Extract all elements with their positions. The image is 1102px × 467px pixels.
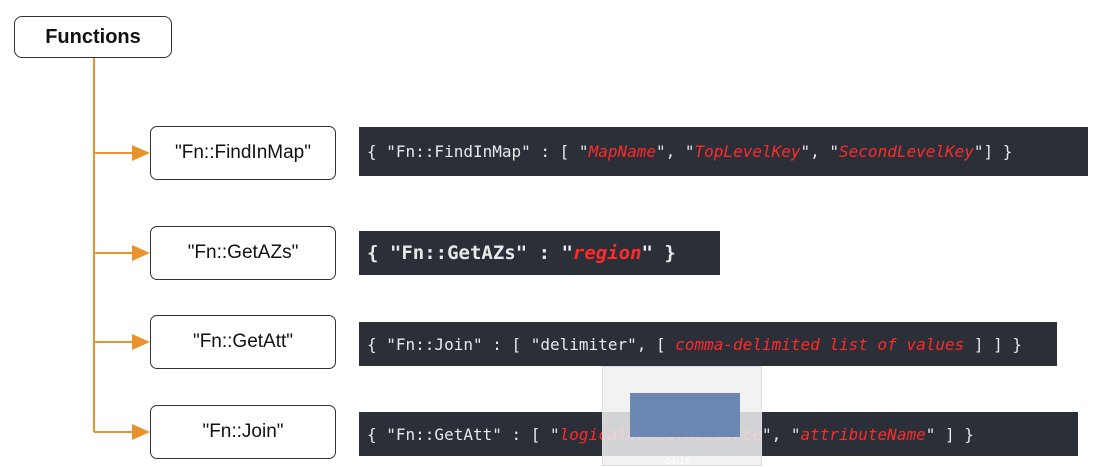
functions-root-node: Functions [14,16,172,58]
code-text: ] ] } [964,334,1023,354]
code-snippet-getazs: { "Fn::GetAZs" : " region " } [359,231,720,275]
fn-label: "Fn::GetAZs" [187,242,299,263]
code-text: { "Fn::GetAZs" : " [367,242,573,264]
code-placeholder: attributeName [800,424,926,444]
code-snippet-findinmap: { "Fn::FindInMap" : [ " MapName ", " TopLev… [359,127,1088,176]
code-snippet-join: { "Fn::Join" : [ "delimiter", [ comma-de… [359,322,1057,366]
code-placeholder: SecondLevelKey [839,142,974,161]
code-text: ", " [800,142,840,161]
fn-node-getatt: "Fn::GetAtt" [150,315,336,369]
code-text: " } [641,242,676,264]
code-text: " ] } [925,424,974,444]
code-text: { "Fn::FindInMap" : [ " [367,142,589,161]
fn-node-findinmap: "Fn::FindInMap" [150,126,336,180]
fn-node-getazs: "Fn::GetAZs" [150,226,336,280]
video-thumbnail-overlay: 04:16 [602,366,762,467]
code-placeholder: TopLevelKey [694,142,801,161]
code-placeholder: region [572,242,642,264]
code-placeholder: MapName [588,142,656,161]
code-placeholder: comma-delimited list of values [675,334,965,354]
fn-label: "Fn::FindInMap" [175,142,311,163]
root-label: Functions [45,25,141,48]
code-text: ", " [656,142,695,161]
code-text: { "Fn::Join" : [ "delimiter", [ [367,334,676,354]
code-text: { "Fn::GetAtt" : [ " [367,424,560,444]
code-text: ", " [761,424,801,444]
code-text: "] } [973,142,1013,161]
thumbnail-preview [630,393,740,437]
fn-label: "Fn::GetAtt" [192,331,294,352]
fn-node-join: "Fn::Join" [150,405,336,459]
fn-label: "Fn::Join" [202,421,284,442]
timestamp-label: 04:16 [665,457,691,467]
